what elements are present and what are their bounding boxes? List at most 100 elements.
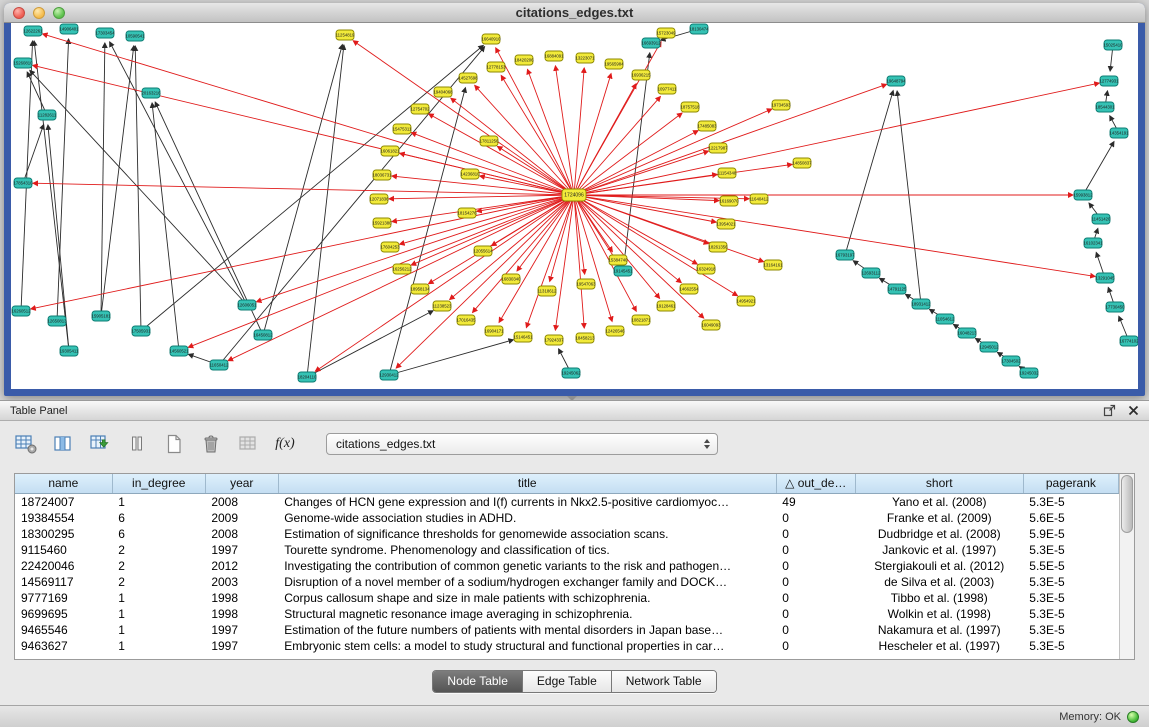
graph-node[interactable]: 12071836 xyxy=(369,194,389,204)
float-panel-icon[interactable] xyxy=(1103,404,1116,417)
minimize-window-button[interactable] xyxy=(33,7,45,19)
close-panel-icon[interactable] xyxy=(1128,405,1139,416)
graph-node[interactable]: 19145451 xyxy=(613,266,633,276)
table-row[interactable]: 946554611997Estimation of the future num… xyxy=(15,622,1119,638)
column-header-short[interactable]: short xyxy=(855,474,1023,493)
graph-node[interactable]: 12693112 xyxy=(862,268,881,278)
graph-node[interactable]: 13291045 xyxy=(1095,273,1115,283)
column-header-title[interactable]: title xyxy=(278,474,776,493)
graph-node[interactable]: 11154348 xyxy=(718,168,737,178)
graph-node[interactable]: 19404068 xyxy=(433,87,453,97)
show-columns-icon[interactable] xyxy=(51,433,75,455)
graph-node[interactable]: 14236810 xyxy=(460,169,480,179)
graph-node[interactable]: 15905181 xyxy=(91,311,111,321)
graph-node[interactable]: 12945012 xyxy=(979,342,999,352)
graph-node[interactable]: 16693912 xyxy=(641,38,661,48)
graph-node[interactable]: 18204110 xyxy=(298,372,317,382)
column-header-pagerank[interactable]: pagerank xyxy=(1023,474,1118,493)
graph-node[interactable]: 16256212 xyxy=(392,264,412,274)
graph-node[interactable]: 16774102 xyxy=(1119,336,1138,346)
graph-node[interactable]: 15723049 xyxy=(656,28,676,38)
graph-node[interactable]: 11238523 xyxy=(433,301,452,311)
graph-node[interactable]: 1724096 xyxy=(562,189,586,201)
table-scrollbar-thumb[interactable] xyxy=(1121,475,1133,533)
graph-node[interactable]: 10590541 xyxy=(125,31,145,41)
graph-node[interactable]: 16049093 xyxy=(701,320,721,330)
import-table-icon[interactable] xyxy=(88,433,112,455)
graph-node[interactable]: 16904171 xyxy=(484,326,504,336)
table-row[interactable]: 1830029562008Estimation of significance … xyxy=(15,526,1119,542)
tab-edge-table[interactable]: Edge Table xyxy=(523,671,612,692)
graph-node[interactable]: 12606051 xyxy=(237,300,257,310)
graph-node[interactable]: 11054612 xyxy=(936,314,955,324)
column-header-in_degree[interactable]: in_degree xyxy=(112,474,205,493)
graph-node[interactable]: 12778153 xyxy=(486,62,506,72)
graph-node[interactable]: 19305411 xyxy=(60,346,79,356)
graph-node[interactable]: 14527698 xyxy=(458,73,478,83)
graph-node[interactable]: 16169070 xyxy=(719,196,739,206)
graph-node[interactable]: 14906401 xyxy=(59,24,79,34)
table-row[interactable]: 1456911722003Disruption of a novel membe… xyxy=(15,574,1119,590)
table-row[interactable]: 946362711997Embryonic stem cells: a mode… xyxy=(15,638,1119,654)
graph-node[interactable]: 12754702 xyxy=(410,104,430,114)
graph-node[interactable]: 11451420 xyxy=(1092,214,1111,224)
table-row[interactable]: 2242004622012Investigating the contribut… xyxy=(15,558,1119,574)
graph-node[interactable]: 16048213 xyxy=(957,328,977,338)
graph-node[interactable]: 15993812 xyxy=(1073,190,1093,200)
graph-node[interactable]: 14560521 xyxy=(169,346,189,356)
graph-node[interactable]: 16061821 xyxy=(380,146,400,156)
graph-node[interactable]: 11282611 xyxy=(38,110,57,120)
table-options-icon[interactable] xyxy=(14,433,38,455)
graph-node[interactable]: 10977411 xyxy=(658,84,677,94)
table-row[interactable]: 1872400712008Changes of HCN gene express… xyxy=(15,493,1119,510)
graph-node[interactable]: 14850837 xyxy=(792,158,812,168)
table-selector-dropdown[interactable]: citations_edges.txt xyxy=(326,433,718,455)
graph-node[interactable]: 14954921 xyxy=(736,296,756,306)
graph-node[interactable]: 18544301 xyxy=(1095,102,1115,112)
graph-node[interactable]: 16936215 xyxy=(631,70,651,80)
table-row[interactable]: 1938455462009Genome-wide association stu… xyxy=(15,510,1119,526)
merge-table-icon[interactable] xyxy=(236,433,260,455)
graph-node[interactable]: 16830340 xyxy=(501,274,521,284)
graph-node[interactable]: 12622261 xyxy=(23,26,43,36)
graph-node[interactable]: 18458213 xyxy=(575,333,595,343)
graph-node[interactable]: 16640910 xyxy=(481,34,501,44)
graph-node[interactable]: 12426546 xyxy=(605,326,625,336)
graph-node[interactable]: 13164161 xyxy=(763,260,783,270)
graph-node[interactable]: 11254819 xyxy=(336,30,355,40)
graph-node[interactable]: 19565984 xyxy=(604,59,624,69)
graph-node[interactable]: 18420206 xyxy=(514,55,534,65)
graph-node[interactable]: 18036731 xyxy=(372,170,392,180)
graph-node[interactable]: 15475311 xyxy=(393,124,412,134)
graph-node[interactable]: 19734593 xyxy=(771,100,791,110)
graph-node[interactable]: 18130474 xyxy=(689,24,709,34)
graph-node[interactable]: 17505931 xyxy=(131,326,151,336)
graph-node[interactable]: 17730450 xyxy=(1105,302,1125,312)
graph-node[interactable]: 18757518 xyxy=(680,102,700,112)
graph-node[interactable]: 19245032 xyxy=(1019,368,1039,378)
graph-node[interactable]: 11318612 xyxy=(538,286,557,296)
graph-node[interactable]: 10821871 xyxy=(631,315,651,325)
new-table-icon[interactable] xyxy=(162,433,186,455)
function-builder-icon[interactable]: f(x) xyxy=(273,433,297,455)
graph-node[interactable]: 18154276 xyxy=(457,208,477,218)
graph-node[interactable]: 17924337 xyxy=(544,335,564,345)
graph-node[interactable]: 13954021 xyxy=(716,219,736,229)
graph-node[interactable]: 16793197 xyxy=(835,250,855,260)
table-scrollbar[interactable] xyxy=(1119,474,1134,659)
graph-node[interactable]: 11650412 xyxy=(210,360,229,370)
compact-columns-icon[interactable] xyxy=(125,433,149,455)
graph-node[interactable]: 15384740 xyxy=(608,255,628,265)
graph-node[interactable]: 12774931 xyxy=(1099,76,1119,86)
graph-node[interactable]: 19245062 xyxy=(561,368,581,378)
graph-node[interactable]: 16260512 xyxy=(11,306,31,316)
graph-node[interactable]: 12217987 xyxy=(708,143,728,153)
graph-node[interactable]: 15025410 xyxy=(1103,40,1123,50)
delete-table-icon[interactable] xyxy=(199,433,223,455)
column-header-year[interactable]: year xyxy=(205,474,278,493)
table-row[interactable]: 969969511998Structural magnetic resonanc… xyxy=(15,606,1119,622)
graph-node[interactable]: 11640412 xyxy=(750,194,769,204)
tab-node-table[interactable]: Node Table xyxy=(433,671,523,692)
network-canvas[interactable]: 1616907011154348122179871748508318757518… xyxy=(11,23,1138,389)
graph-node[interactable]: 12650813 xyxy=(47,316,67,326)
